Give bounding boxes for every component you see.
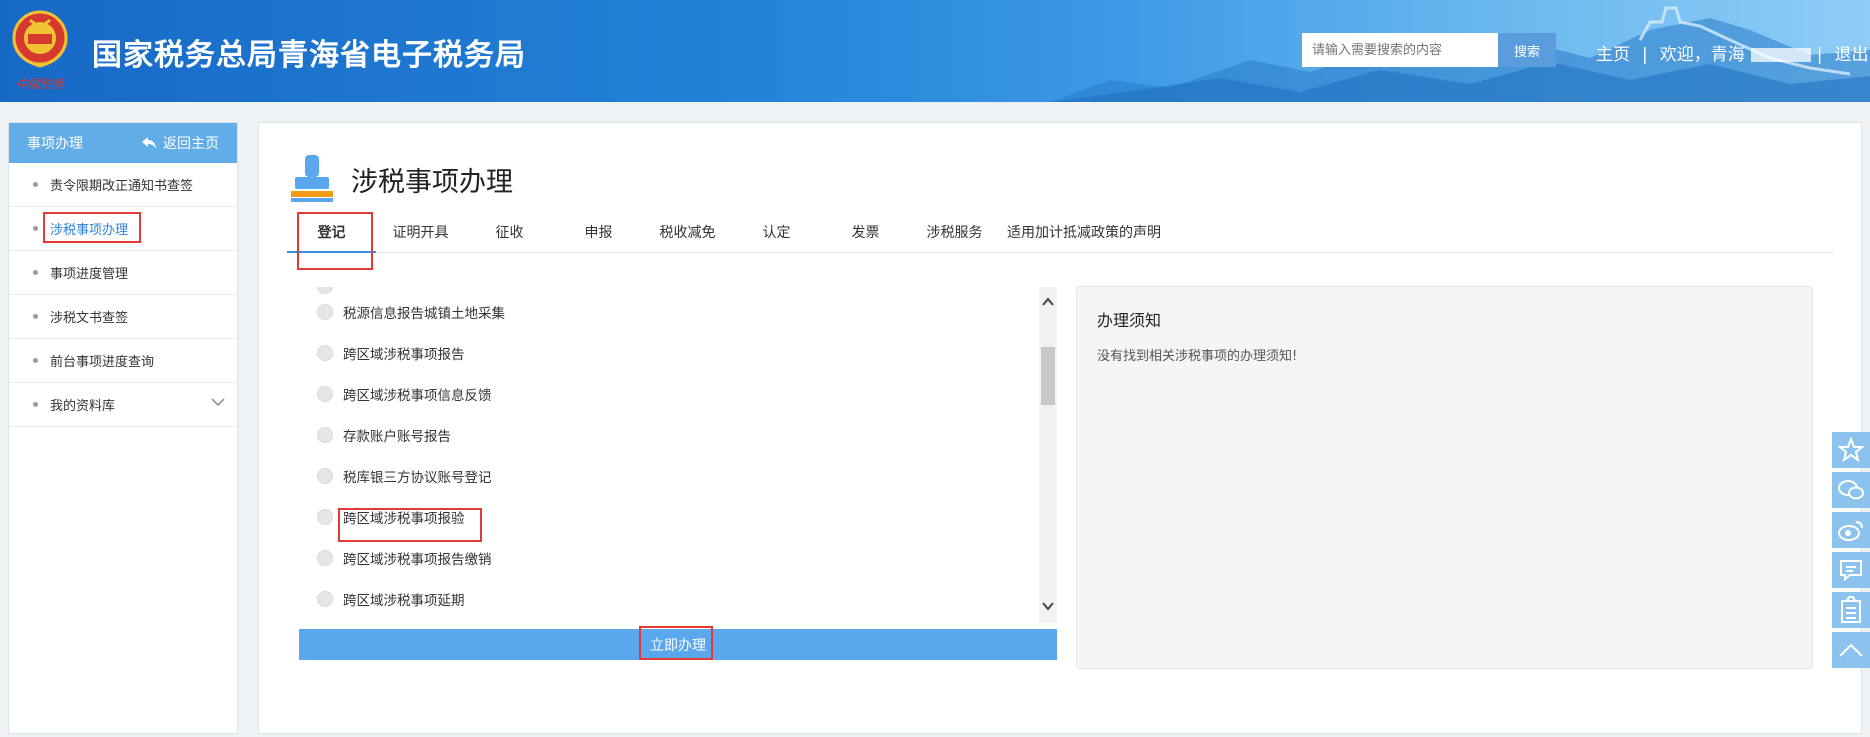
tab-collection[interactable]: 征收	[465, 213, 554, 252]
scroll-down-icon[interactable]	[1041, 599, 1055, 613]
sidebar-item-tax-documents[interactable]: 涉税文书查签	[9, 295, 237, 339]
list-item[interactable]: 跨区域涉税事项报告缴销	[299, 537, 1059, 578]
back-arrow-icon	[142, 137, 156, 149]
masked-username	[1750, 48, 1811, 62]
wechat-icon	[1838, 480, 1864, 500]
wechat-button[interactable]	[1832, 472, 1870, 508]
weibo-icon	[1838, 521, 1863, 541]
highlight-box-list-item	[338, 508, 482, 542]
chevron-up-icon	[1839, 643, 1863, 657]
bullet-icon	[33, 314, 38, 319]
radio-button[interactable]	[317, 549, 333, 566]
sidebar-item-label: 我的资料库	[50, 399, 116, 414]
tab-deduction-policy-statement[interactable]: 适用加计抵减政策的声明	[999, 213, 1169, 252]
search-input[interactable]	[1302, 33, 1498, 67]
notice-panel: 办理须知 没有找到相关涉税事项的办理须知!	[1076, 286, 1813, 669]
bullet-icon	[33, 358, 38, 363]
list-item-label: 跨区域涉税事项信息反馈	[343, 387, 492, 404]
site-header: 中国税务 国家税务总局青海省电子税务局 搜索 主页 | 欢迎，青海 | 退出	[0, 0, 1870, 102]
floating-toolbar	[1832, 432, 1870, 672]
bullet-icon	[33, 270, 38, 275]
list-item[interactable]: 税库银三方协议账号登记	[299, 455, 1059, 496]
sidebar-item-label: 涉税文书查签	[50, 311, 129, 326]
bullet-icon	[33, 226, 38, 231]
favorite-button[interactable]	[1832, 432, 1870, 468]
feedback-button[interactable]	[1832, 552, 1870, 588]
back-to-top-button[interactable]	[1832, 632, 1870, 668]
radio-button[interactable]	[317, 508, 333, 525]
sidebar-item-label: 事项进度管理	[50, 267, 129, 282]
radio-button[interactable]	[317, 385, 333, 402]
chevron-down-icon	[211, 398, 225, 407]
list-item-label: 税源信息报告城镇土地采集	[343, 305, 505, 322]
svg-text:中国税务: 中国税务	[16, 77, 65, 91]
sidebar-item-label: 前台事项进度查询	[50, 355, 155, 370]
tab-tax-relief[interactable]: 税收减免	[643, 213, 732, 252]
notice-text: 没有找到相关涉税事项的办理须知!	[1097, 349, 1298, 364]
radio-button[interactable]	[317, 590, 333, 607]
item-list: 税源信息报告城镇土地采集 跨区域涉税事项报告 跨区域涉税事项信息反馈 存款账户账…	[299, 287, 1059, 627]
tab-tax-services[interactable]: 涉税服务	[910, 213, 999, 252]
bullet-icon	[33, 182, 38, 187]
category-tabs: 登记 证明开具 征收 申报 税收减免 认定 发票 涉税服务 适用加计抵减政策的声…	[287, 213, 1833, 253]
sidebar-item-label: 责令限期改正通知书查签	[50, 179, 194, 194]
home-link[interactable]: 主页	[1596, 45, 1630, 65]
logout-link[interactable]: 退出	[1834, 45, 1868, 65]
site-title: 国家税务总局青海省电子税务局	[92, 38, 526, 73]
radio-button[interactable]	[317, 303, 333, 320]
list-item[interactable]: 跨区域涉税事项信息反馈	[299, 373, 1059, 414]
list-item-label: 存款账户账号报告	[343, 428, 451, 445]
tab-recognition[interactable]: 认定	[732, 213, 821, 252]
page-title-area: 涉税事项办理	[289, 155, 513, 203]
notice-title: 办理须知	[1097, 311, 1162, 330]
scrollbar-thumb[interactable]	[1041, 347, 1055, 405]
highlight-box-submit	[639, 626, 713, 660]
tab-invoice[interactable]: 发票	[821, 213, 910, 252]
list-scrollbar[interactable]	[1039, 287, 1057, 623]
sidebar-item-my-library[interactable]: 我的资料库	[9, 383, 237, 427]
star-icon	[1838, 437, 1864, 463]
weibo-button[interactable]	[1832, 512, 1870, 548]
list-item[interactable]: 存款账户账号报告	[299, 414, 1059, 455]
radio-button[interactable]	[317, 426, 333, 443]
search-button[interactable]: 搜索	[1498, 33, 1556, 67]
sidebar-item-correction-notice[interactable]: 责令限期改正通知书查签	[9, 163, 237, 207]
sidebar-item-front-desk-query[interactable]: 前台事项进度查询	[9, 339, 237, 383]
list-item-label: 跨区域涉税事项报告缴销	[343, 551, 492, 568]
sidebar-item-progress-management[interactable]: 事项进度管理	[9, 251, 237, 295]
separator: |	[1816, 45, 1823, 65]
sidebar-header: 事项办理 返回主页	[9, 123, 237, 163]
sidebar-title: 事项办理	[27, 136, 83, 152]
bullet-icon	[33, 402, 38, 407]
list-item[interactable]: 税源信息报告城镇土地采集	[299, 291, 1059, 332]
welcome-text: 欢迎，青海	[1659, 45, 1745, 65]
list-item[interactable]: 跨区域涉税事项延期	[299, 578, 1059, 619]
highlight-box-tab	[297, 212, 373, 270]
highlight-box-sidebar	[43, 212, 141, 243]
scroll-up-icon[interactable]	[1041, 295, 1055, 309]
page-title: 涉税事项办理	[351, 166, 513, 198]
tab-declaration[interactable]: 申报	[554, 213, 643, 252]
comment-icon	[1840, 560, 1862, 582]
list-item-label: 跨区域涉税事项延期	[343, 592, 465, 609]
list-item-label: 跨区域涉税事项报告	[343, 346, 465, 363]
radio-button[interactable]	[317, 344, 333, 361]
list-item[interactable]: 跨区域涉税事项报告	[299, 332, 1059, 373]
notes-button[interactable]	[1832, 592, 1870, 628]
back-home-label: 返回主页	[163, 136, 219, 152]
back-home-link[interactable]: 返回主页	[141, 133, 219, 153]
stamp-icon	[291, 155, 333, 202]
tax-bureau-emblem-icon: 中国税务	[12, 10, 68, 91]
separator: |	[1642, 45, 1648, 65]
clipboard-icon	[1841, 596, 1861, 623]
top-links: 主页 | 欢迎，青海 | 退出	[1590, 40, 1870, 65]
list-item-label: 税库银三方协议账号登记	[343, 469, 492, 486]
tab-certificate[interactable]: 证明开具	[376, 213, 465, 252]
main-panel: 涉税事项办理 登记 证明开具 征收 申报 税收减免 认定 发票 涉税服务 适用加…	[258, 122, 1862, 734]
radio-button[interactable]	[317, 467, 333, 484]
